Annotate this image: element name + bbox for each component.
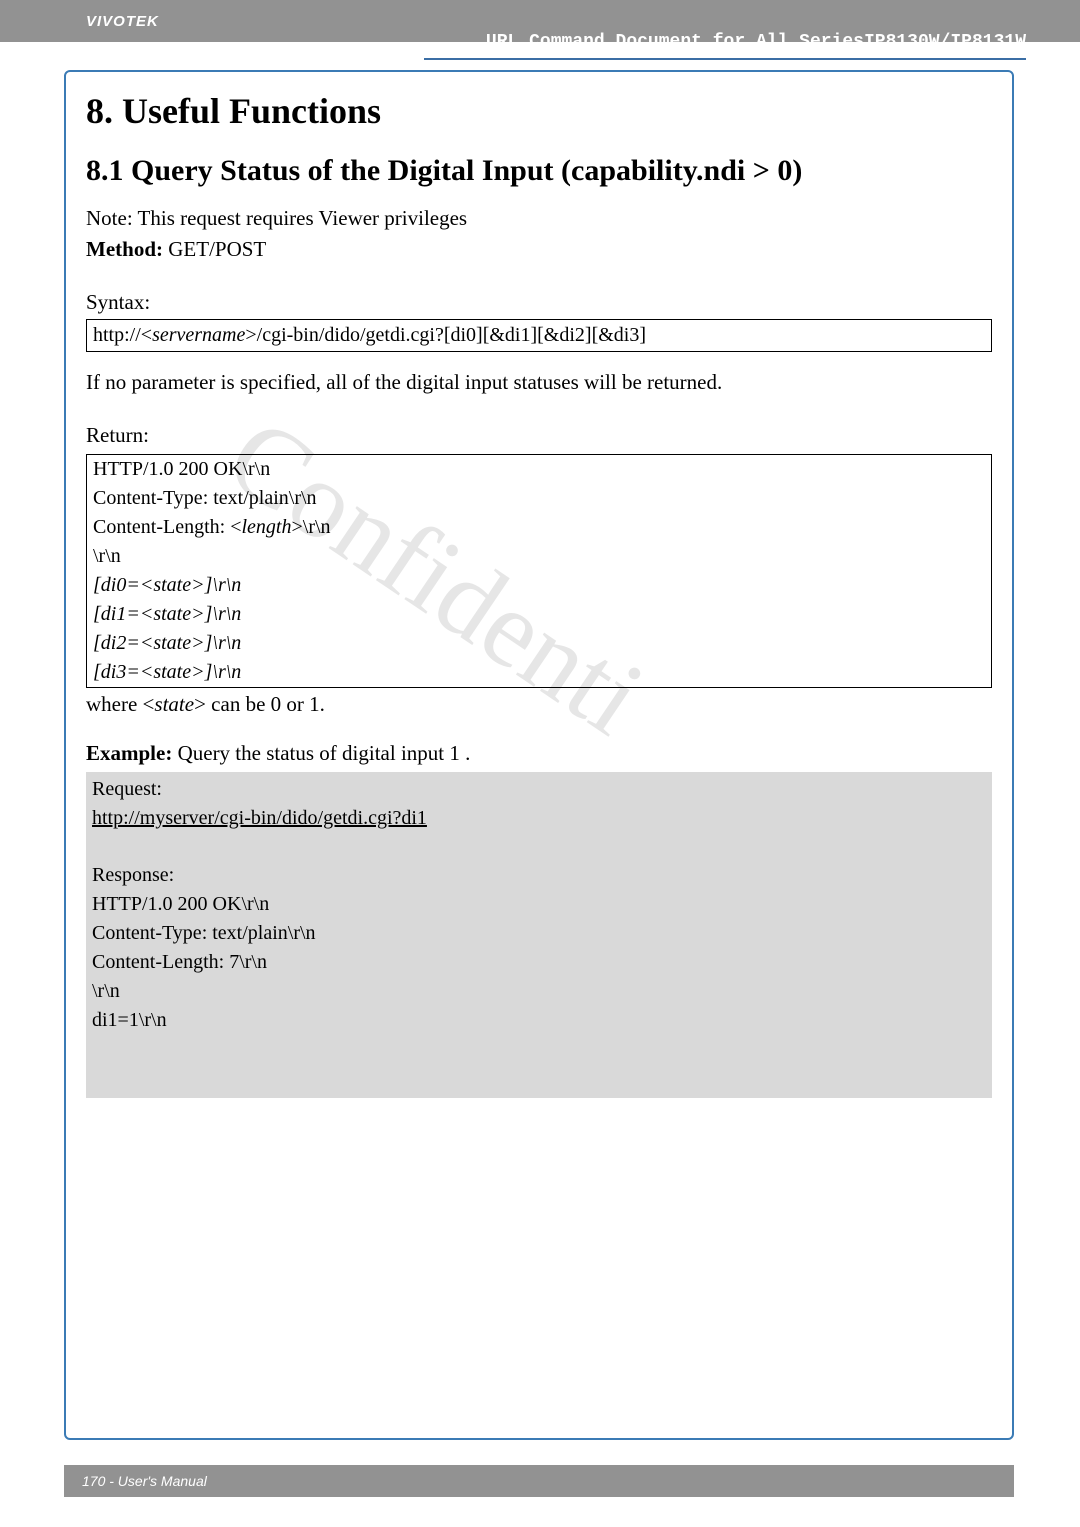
doc-title: URL Command Document for All SeriesIP813… [486,32,1026,52]
main-content-frame: Confidenti 8. Useful Functions 8.1 Query… [64,70,1014,1440]
return-box: HTTP/1.0 200 OK\r\n Content-Type: text/p… [86,454,992,688]
ex-request-label: Request: [92,778,986,801]
syntax-label: Syntax: [86,290,992,315]
syntax-box: http://<servername>/cgi-bin/dido/getdi.c… [86,319,992,352]
brand-logo: VIVOTEK [86,13,159,30]
doc-title-underline [424,58,1026,60]
footer-bar: 170 - User's Manual [64,1465,1014,1497]
ex-r4: \r\n [92,980,986,1003]
method-value: GET/POST [168,237,266,261]
content-layer: 8. Useful Functions 8.1 Query Status of … [86,90,992,1098]
ex-r5: di1=1\r\n [92,1009,986,1032]
return-line-5: [di0=<state>]\r\n [87,571,991,600]
example-line: Example: Query the status of digital inp… [86,741,992,766]
heading-2: 8.1 Query Status of the Digital Input (c… [86,154,992,188]
return-line-3: Content-Length: <length>\r\n [87,513,991,542]
ex-r1: HTTP/1.0 200 OK\r\n [92,893,986,916]
syntax-servername: servername [152,324,245,346]
return-line-1: HTTP/1.0 200 OK\r\n [87,455,991,484]
return-line-2: Content-Type: text/plain\r\n [87,484,991,513]
ex-r3: Content-Length: 7\r\n [92,951,986,974]
where-line: where <state> can be 0 or 1. [86,692,992,717]
syntax-pre: http://< [93,324,152,346]
example-text: Query the status of digital input 1 . [178,741,471,765]
heading-1: 8. Useful Functions [86,90,992,132]
example-box: Request: http://myserver/cgi-bin/dido/ge… [86,772,992,1098]
footer-text: 170 - User's Manual [82,1473,207,1489]
ex-r2: Content-Type: text/plain\r\n [92,922,986,945]
return-line-8: [di3=<state>]\r\n [87,658,991,687]
method-label: Method: [86,237,168,261]
noparam-text: If no parameter is specified, all of the… [86,370,992,395]
method-line: Method: GET/POST [86,237,992,262]
ex-response-label: Response: [92,864,986,887]
ex-url: http://myserver/cgi-bin/dido/getdi.cgi?d… [92,807,986,830]
example-label: Example: [86,741,178,765]
return-line-7: [di2=<state>]\r\n [87,629,991,658]
return-label: Return: [86,423,992,448]
note-text: Note: This request requires Viewer privi… [86,206,992,231]
syntax-post: >/cgi-bin/dido/getdi.cgi?[di0][&di1][&di… [245,324,646,346]
return-line-6: [di1=<state>]\r\n [87,600,991,629]
return-line-4: \r\n [87,542,991,571]
